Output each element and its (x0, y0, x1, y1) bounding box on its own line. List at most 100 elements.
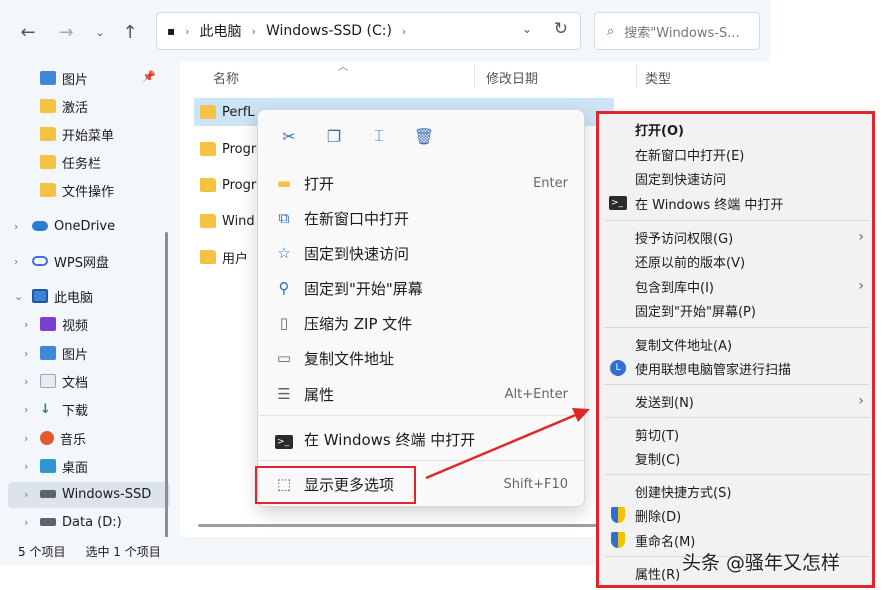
drive-icon (40, 518, 56, 526)
menu-item-pin-start[interactable]: ⚲ 固定到"开始"屏幕 (258, 271, 584, 305)
sidebar-item-this-pc[interactable]: ⌄ 此电脑 (0, 284, 170, 308)
chevron-right-icon[interactable]: › (14, 255, 18, 268)
file-name: Wind (222, 213, 255, 229)
menu-divider (605, 220, 870, 221)
file-row[interactable]: Progr (194, 171, 256, 199)
classic-menu-include-library[interactable]: 包含到库中(I) › (599, 274, 872, 298)
classic-menu-open-new-window[interactable]: 在新窗口中打开(E) (599, 142, 872, 166)
forward-arrow-icon[interactable]: → (52, 18, 80, 46)
sidebar-item-label: 图片 (62, 72, 89, 88)
classic-menu-pin-quick[interactable]: 固定到快速访问 (599, 166, 872, 190)
menu-item-label: 剪切(T) (635, 428, 680, 444)
chevron-right-icon[interactable]: › (24, 460, 28, 473)
lenovo-icon: L (609, 360, 627, 376)
classic-menu-create-shortcut[interactable]: 创建快捷方式(S) (599, 479, 872, 503)
menu-item-label: 复制文件地址(A) (635, 338, 733, 354)
folder-icon (200, 214, 216, 228)
highlight-box (255, 466, 416, 504)
submenu-arrow-icon: › (858, 278, 864, 294)
classic-menu-lenovo-scan[interactable]: L 使用联想电脑管家进行扫描 (599, 356, 872, 380)
pin-icon: 📌 (142, 70, 156, 83)
sidebar-item-taskbar[interactable]: 任务栏 (40, 150, 101, 174)
sidebar-item-windows-ssd[interactable]: › Windows-SSD (0, 482, 151, 506)
classic-menu-open[interactable]: 打开(O) (599, 117, 872, 141)
file-row[interactable]: Progr (194, 135, 256, 163)
chevron-right-icon[interactable]: › (24, 318, 28, 331)
classic-menu-copy[interactable]: 复制(C) (599, 446, 872, 470)
column-divider[interactable] (474, 64, 475, 88)
classic-menu-pin-start[interactable]: 固定到"开始"屏幕(P) (599, 298, 872, 322)
shield-icon (609, 507, 627, 523)
menu-item-pin-quick-access[interactable]: ☆ 固定到快速访问 (258, 236, 584, 270)
address-bar[interactable]: ▪ › 此电脑 › Windows-SSD (C:) › ⌄ ↻ (156, 12, 581, 50)
sidebar-item-activate[interactable]: 激活 (40, 94, 88, 118)
chevron-right-icon[interactable]: › (24, 403, 28, 416)
file-row[interactable]: Wind (194, 207, 255, 235)
menu-item-label: 固定到快速访问 (304, 244, 410, 263)
rename-icon[interactable]: ⌶ (362, 119, 396, 153)
search-input[interactable]: ⌕ 搜索"Windows-S... (594, 12, 760, 50)
sidebar-item-pictures[interactable]: › 图片 (0, 341, 88, 365)
sidebar-item-onedrive[interactable]: › OneDrive (0, 214, 170, 238)
classic-menu-grant-access[interactable]: 授予访问权限(G) › (599, 225, 872, 249)
classic-menu-copy-path[interactable]: 复制文件地址(A) (599, 332, 872, 356)
menu-item-label: 在 Windows 终端 中打开 (304, 430, 476, 449)
menu-item-label: 删除(D) (635, 509, 682, 525)
column-header-date[interactable]: 修改日期 (486, 68, 538, 87)
scissors-icon[interactable]: ✂ (272, 119, 306, 153)
classic-menu-cut[interactable]: 剪切(T) (599, 422, 872, 446)
chevron-right-icon[interactable]: › (24, 488, 28, 501)
column-header-name[interactable]: 名称 (213, 68, 239, 87)
up-arrow-icon[interactable]: ↑ (116, 18, 144, 46)
menu-item-open-terminal[interactable]: >_ 在 Windows 终端 中打开 (258, 422, 584, 456)
menu-item-open-new-window[interactable]: ⧉ 在新窗口中打开 (258, 201, 584, 235)
sidebar-item-label: 任务栏 (62, 156, 102, 172)
breadcrumb-this-pc[interactable]: 此电脑 (200, 21, 242, 41)
terminal-icon: >_ (274, 430, 294, 449)
menu-item-label: 在 Windows 终端 中打开 (635, 197, 784, 213)
chevron-right-icon[interactable]: › (14, 220, 18, 233)
classic-menu-send-to[interactable]: 发送到(N) › (599, 389, 872, 413)
column-header-type[interactable]: 类型 (645, 68, 671, 87)
sidebar-item-label: Data (D:) (62, 514, 122, 530)
menu-divider (258, 415, 584, 416)
sidebar-item-data-d[interactable]: › Data (D:) (0, 510, 122, 534)
sidebar-item-label: 音乐 (60, 432, 87, 448)
breadcrumb-drive[interactable]: Windows-SSD (C:) (266, 23, 392, 39)
sidebar-item-desktop[interactable]: › 桌面 (0, 454, 88, 478)
trash-icon[interactable]: 🗑 (407, 119, 441, 153)
chevron-right-icon[interactable]: › (24, 432, 28, 445)
menu-item-open[interactable]: ▬ 打开 Enter (258, 166, 584, 200)
column-divider[interactable] (636, 64, 637, 88)
menu-item-label: 固定到"开始"屏幕(P) (635, 304, 756, 320)
file-row[interactable]: 用户 (194, 243, 248, 271)
refresh-icon[interactable]: ↻ (554, 19, 568, 39)
chevron-down-icon[interactable]: ⌄ (14, 290, 23, 303)
sidebar-item-music[interactable]: › 音乐 (0, 426, 86, 450)
zip-icon: ▯ (279, 314, 289, 332)
chevron-right-icon[interactable]: › (24, 375, 28, 388)
copy-icon[interactable]: ❐ (317, 119, 351, 153)
menu-item-compress-zip[interactable]: ▯ 压缩为 ZIP 文件 (258, 306, 584, 340)
menu-item-properties[interactable]: ☰ 属性 Alt+Enter (258, 377, 584, 411)
chevron-right-icon[interactable]: › (24, 347, 28, 360)
chevron-down-icon[interactable]: ⌄ (86, 18, 114, 46)
sidebar-item-start-menu[interactable]: 开始菜单 (40, 122, 114, 146)
classic-menu-restore-versions[interactable]: 还原以前的版本(V) (599, 249, 872, 273)
sidebar-item-wps[interactable]: › WPS网盘 (0, 249, 170, 273)
classic-menu-terminal[interactable]: >_ 在 Windows 终端 中打开 (599, 191, 872, 215)
horizontal-scrollbar[interactable] (198, 524, 638, 527)
back-arrow-icon[interactable]: ← (14, 18, 42, 46)
address-dropdown-icon[interactable]: ⌄ (522, 22, 532, 36)
sidebar-item-pictures-quick[interactable]: 图片 (40, 66, 88, 90)
sidebar-item-documents[interactable]: › 文档 (0, 369, 88, 393)
menu-item-copy-path[interactable]: ▭ 复制文件地址 (258, 341, 584, 375)
sidebar-item-downloads[interactable]: › ↓ 下载 (0, 397, 88, 421)
classic-menu-delete[interactable]: 删除(D) (599, 503, 872, 527)
sidebar-scrollbar[interactable] (165, 232, 168, 552)
sidebar-item-file-ops[interactable]: 文件操作 (40, 178, 114, 202)
menu-item-label: 在新窗口中打开 (304, 209, 410, 228)
menu-item-label: 包含到库中(I) (635, 280, 714, 296)
sidebar-item-videos[interactable]: › 视频 (0, 312, 88, 336)
chevron-right-icon[interactable]: › (24, 516, 28, 529)
